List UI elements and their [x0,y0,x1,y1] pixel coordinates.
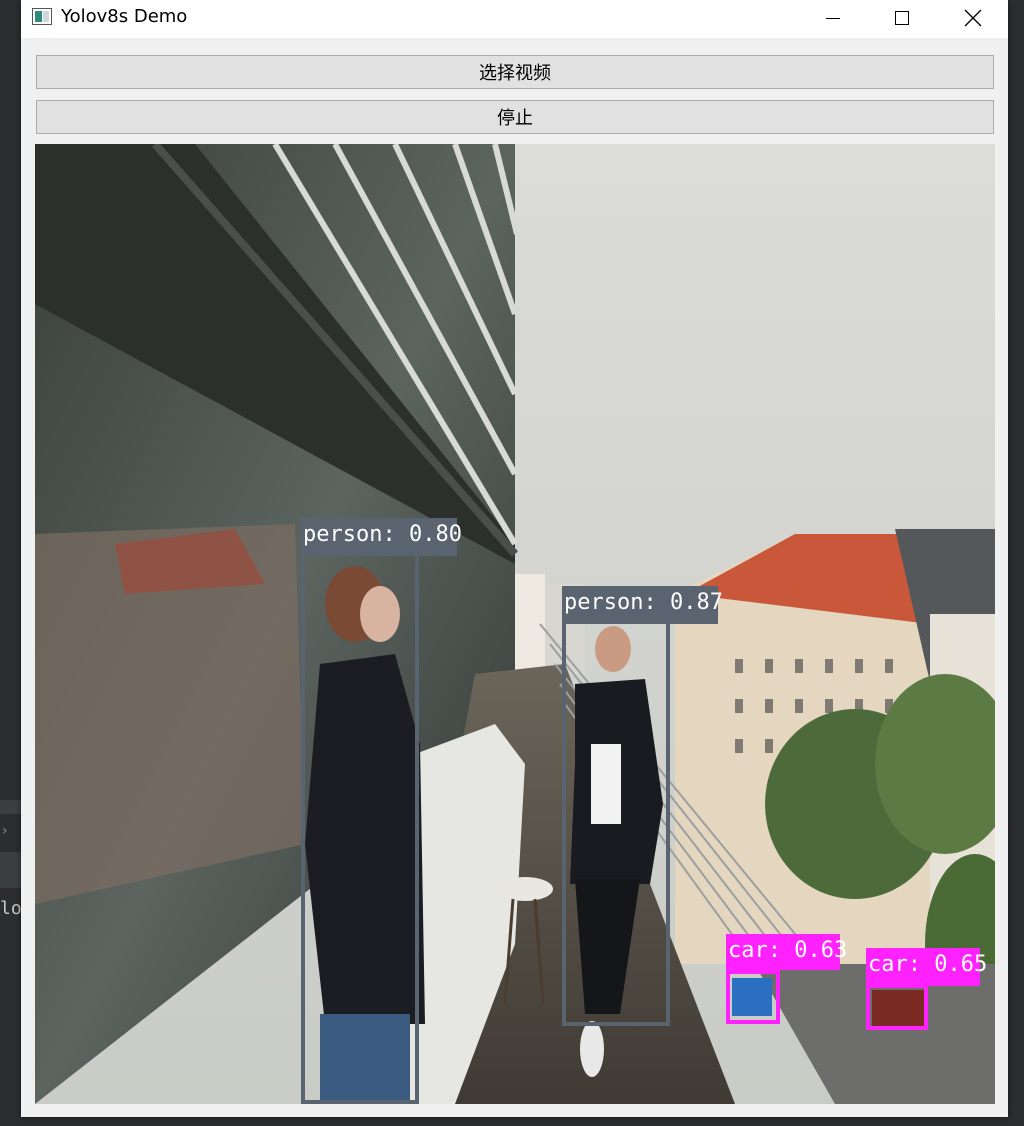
title-bar[interactable]: Yolov8s Demo [21,0,1008,38]
minimize-icon [826,17,840,19]
app-icon [32,8,52,25]
detection-box-person [562,586,670,1026]
detection-label: person: 0.80 [301,518,462,556]
window-title: Yolov8s Demo [61,6,188,27]
detection-label: person: 0.87 [562,586,723,624]
background-panel-bar [0,800,22,814]
video-frame: person: 0.80 person: 0.87 car: 0.63 car:… [35,144,995,1104]
detection-box-person [301,524,419,1104]
background-ide [0,0,22,1126]
detection-box-car [866,984,928,1030]
background-panel-bar [0,852,22,888]
select-video-button[interactable]: 选择视频 [36,55,994,89]
minimize-button[interactable] [810,0,856,36]
detection-box-car [726,970,780,1024]
maximize-icon [895,11,909,25]
stop-button[interactable]: 停止 [36,100,994,134]
app-window: Yolov8s Demo 选择视频 停止 person: 0.80 person… [21,0,1008,1117]
close-button[interactable] [950,0,996,36]
maximize-button[interactable] [879,0,925,36]
chevron-right-icon: › [2,823,8,839]
video-scene [35,144,995,1104]
background-editor-text: lo [0,898,22,919]
close-icon [964,9,982,27]
detection-label: car: 0.63 [726,934,847,970]
detection-label: car: 0.65 [866,948,987,986]
